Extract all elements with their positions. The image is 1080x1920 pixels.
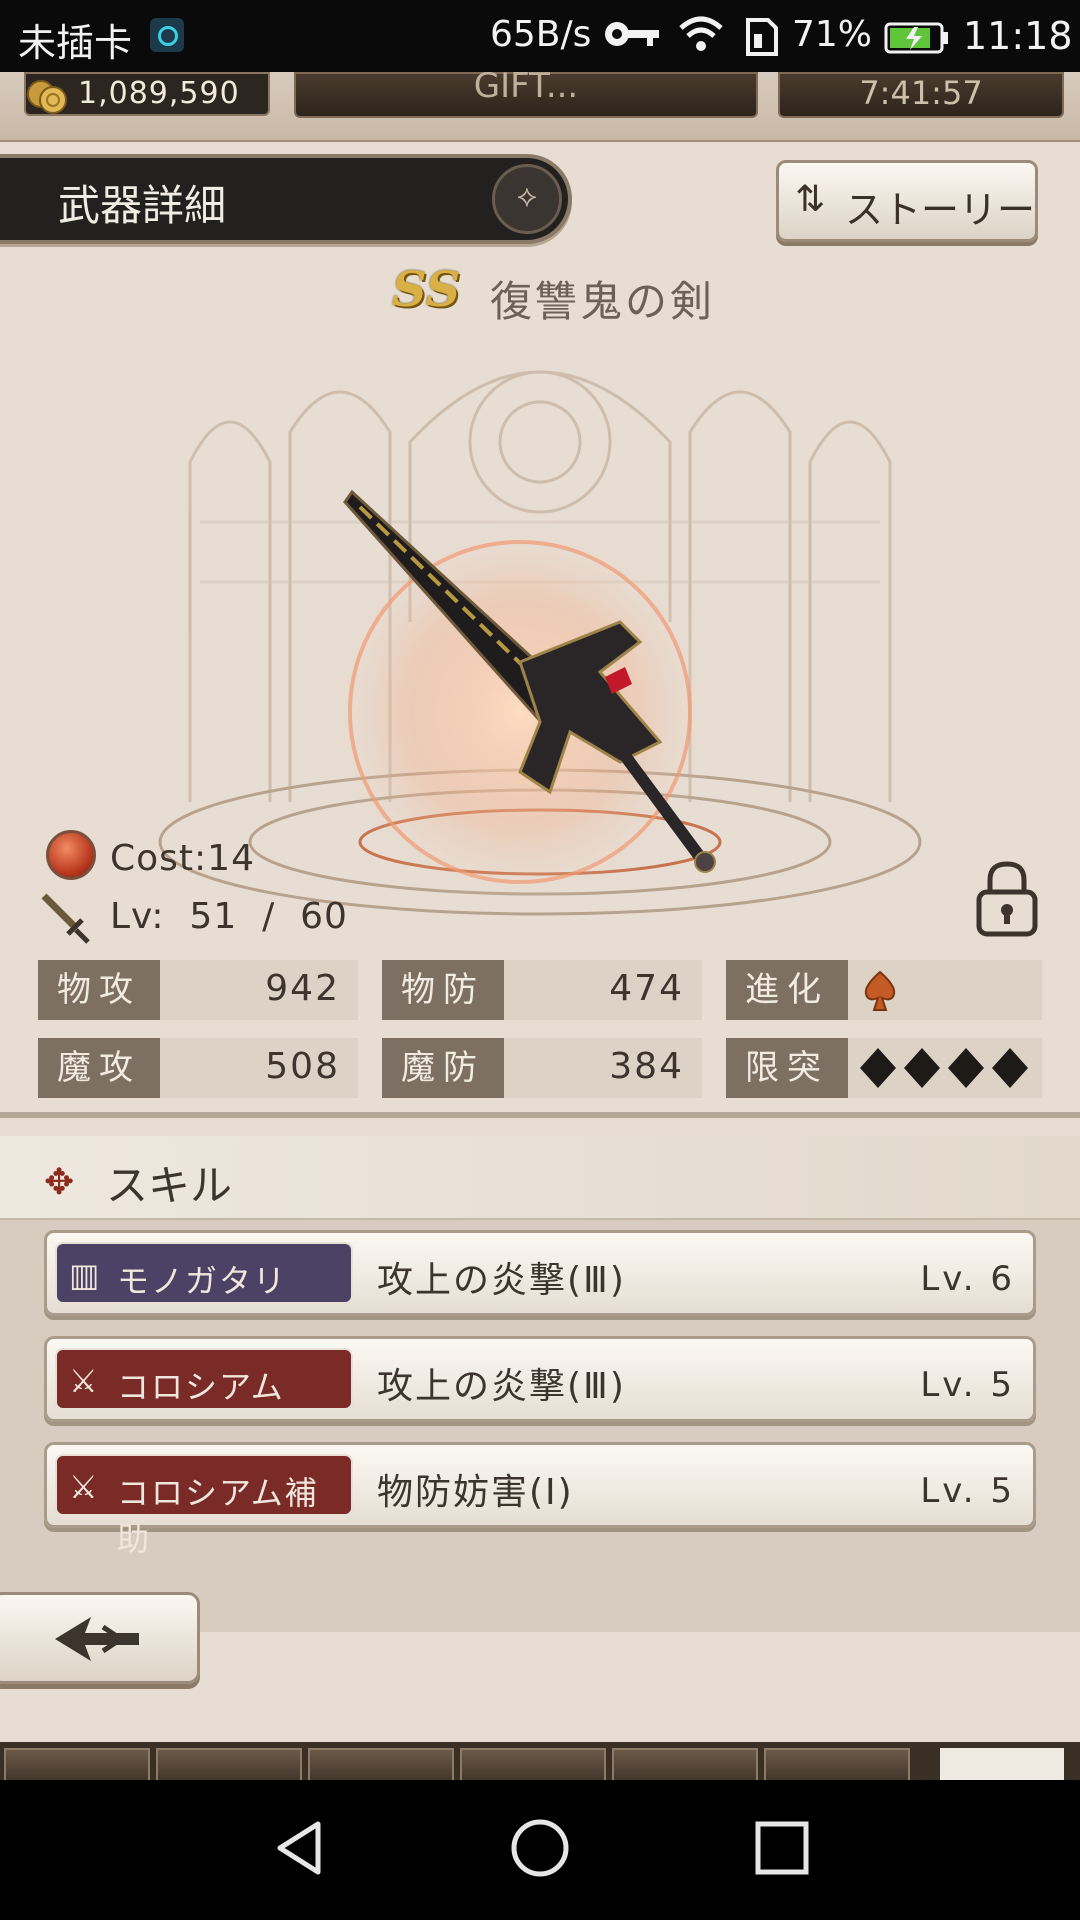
stat-mag-atk: 魔攻 508 bbox=[38, 1038, 358, 1098]
weapon-name: 復讐鬼の剣 bbox=[490, 277, 716, 326]
gold-amount: 1,089,590 bbox=[78, 76, 240, 111]
recents-nav-icon[interactable] bbox=[752, 1818, 812, 1878]
support-swords-icon: ⚔ bbox=[69, 1468, 98, 1506]
story-button[interactable]: ⇅ ストーリー bbox=[776, 160, 1038, 242]
level-label: Lv: 51 / 60 bbox=[110, 896, 348, 937]
stat-evolution: 進化 bbox=[726, 960, 1042, 1020]
tab-3[interactable] bbox=[308, 1748, 454, 1780]
skill-row-colosseum-support[interactable]: ⚔ コロシアム補助 物防妨害(Ⅰ) Lv. 5 bbox=[44, 1442, 1036, 1558]
skill-level: Lv. 6 bbox=[920, 1259, 1015, 1299]
home-nav-icon[interactable] bbox=[510, 1818, 570, 1878]
wifi-icon bbox=[679, 16, 723, 51]
tab-5[interactable] bbox=[612, 1748, 758, 1780]
spade-icon bbox=[864, 970, 896, 1011]
stat-limit-break: 限突 bbox=[726, 1038, 1042, 1098]
book-icon: ▥ bbox=[69, 1256, 100, 1294]
weapon-rank: SS bbox=[392, 262, 461, 318]
tab-4[interactable] bbox=[460, 1748, 606, 1780]
skill-type-label: モノガタリ bbox=[117, 1262, 288, 1300]
crossed-swords-icon: ⚔ bbox=[69, 1362, 98, 1400]
stat-label: 限突 bbox=[726, 1038, 848, 1098]
fire-element-icon bbox=[46, 830, 96, 880]
bottom-tab-bar bbox=[0, 1742, 1080, 1780]
skill-name: 攻上の炎撃(Ⅲ) bbox=[377, 1366, 626, 1407]
section-divider bbox=[0, 1112, 1080, 1118]
gift-label: GIFT... bbox=[473, 72, 579, 106]
skill-row-colosseum[interactable]: ⚔ コロシアム 攻上の炎撃(Ⅲ) Lv. 5 bbox=[44, 1336, 1036, 1422]
page-title: 武器詳細 bbox=[58, 181, 227, 230]
resource-bar: 1,089,590 GIFT... 7:41:57 bbox=[0, 72, 1080, 142]
diamond-icon bbox=[904, 1048, 940, 1088]
tab-1[interactable] bbox=[4, 1748, 150, 1780]
header-bar: 武器詳細 ⟡ bbox=[0, 154, 572, 244]
gold-coins-icon bbox=[27, 80, 67, 114]
stat-label: 物攻 bbox=[38, 960, 160, 1020]
back-button[interactable] bbox=[0, 1592, 200, 1684]
skill-level: Lv. 5 bbox=[920, 1471, 1015, 1511]
system-nav-bar bbox=[0, 1780, 1080, 1920]
tab-2[interactable] bbox=[156, 1748, 302, 1780]
skill-type-badge: ▥ モノガタリ bbox=[55, 1242, 353, 1304]
stat-value: 508 bbox=[265, 1046, 340, 1087]
lock-icon[interactable] bbox=[974, 860, 1040, 938]
clock: 11:18 bbox=[963, 14, 1073, 58]
stat-label: 魔攻 bbox=[38, 1038, 160, 1098]
tab-6[interactable] bbox=[764, 1748, 910, 1780]
game-screen: 1,089,590 GIFT... 7:41:57 武器詳細 ⟡ ⇅ ストーリー… bbox=[0, 72, 1080, 1780]
story-button-label: ストーリー bbox=[845, 188, 1036, 232]
stat-value: 474 bbox=[609, 968, 684, 1009]
app-notification-icon bbox=[150, 18, 184, 52]
network-speed: 65B/s bbox=[490, 14, 592, 55]
sword-icon bbox=[41, 893, 90, 944]
stat-label: 進化 bbox=[726, 960, 848, 1020]
back-arrow-icon bbox=[55, 1617, 139, 1661]
stat-value: 384 bbox=[609, 1046, 684, 1087]
skill-name: 攻上の炎撃(Ⅲ) bbox=[377, 1260, 626, 1301]
skill-emblem-icon: ✥ bbox=[44, 1162, 75, 1203]
battery-charging-icon bbox=[884, 22, 948, 54]
status-bar: 未插卡 65B/s 71% 11:18 bbox=[0, 0, 1080, 72]
ornament-icon: ⟡ bbox=[517, 179, 537, 214]
gold-counter: 1,089,590 bbox=[24, 72, 270, 116]
skill-type-label: コロシアム bbox=[117, 1368, 285, 1406]
skill-section-title: スキル bbox=[106, 1161, 233, 1210]
stat-label: 物防 bbox=[382, 960, 504, 1020]
stat-phys-atk: 物攻 942 bbox=[38, 960, 358, 1020]
vpn-key-icon bbox=[605, 22, 659, 46]
back-nav-icon[interactable] bbox=[270, 1818, 330, 1878]
cost-label: Cost:14 bbox=[110, 838, 255, 879]
stat-phys-def: 物防 474 bbox=[382, 960, 702, 1020]
skill-type-badge: ⚔ コロシアム補助 bbox=[55, 1454, 353, 1558]
carrier-label: 未插卡 bbox=[18, 21, 133, 65]
swap-arrows-icon: ⇅ bbox=[795, 179, 826, 220]
timer-value: 7:41:57 bbox=[859, 74, 983, 112]
stat-value: 942 bbox=[265, 968, 340, 1009]
skill-row-story[interactable]: ▥ モノガタリ 攻上の炎撃(Ⅲ) Lv. 6 bbox=[44, 1230, 1036, 1316]
stamina-timer: 7:41:57 bbox=[778, 72, 1064, 118]
sim-icon bbox=[746, 18, 778, 56]
aura-glow bbox=[320, 512, 720, 912]
tab-7[interactable] bbox=[940, 1748, 1064, 1780]
diamond-icon bbox=[992, 1048, 1028, 1088]
skill-name: 物防妨害(Ⅰ) bbox=[377, 1472, 574, 1513]
gift-button[interactable]: GIFT... bbox=[294, 72, 758, 118]
stat-label: 魔防 bbox=[382, 1038, 504, 1098]
skill-type-badge: ⚔ コロシアム bbox=[55, 1348, 353, 1410]
battery-percent: 71% bbox=[792, 14, 873, 55]
stat-mag-def: 魔防 384 bbox=[382, 1038, 702, 1098]
diamond-icon bbox=[948, 1048, 984, 1088]
skill-type-label: コロシアム補助 bbox=[117, 1474, 319, 1558]
diamond-icon bbox=[860, 1048, 896, 1088]
skill-level: Lv. 5 bbox=[920, 1365, 1015, 1405]
header-ornament: ⟡ bbox=[492, 164, 562, 234]
